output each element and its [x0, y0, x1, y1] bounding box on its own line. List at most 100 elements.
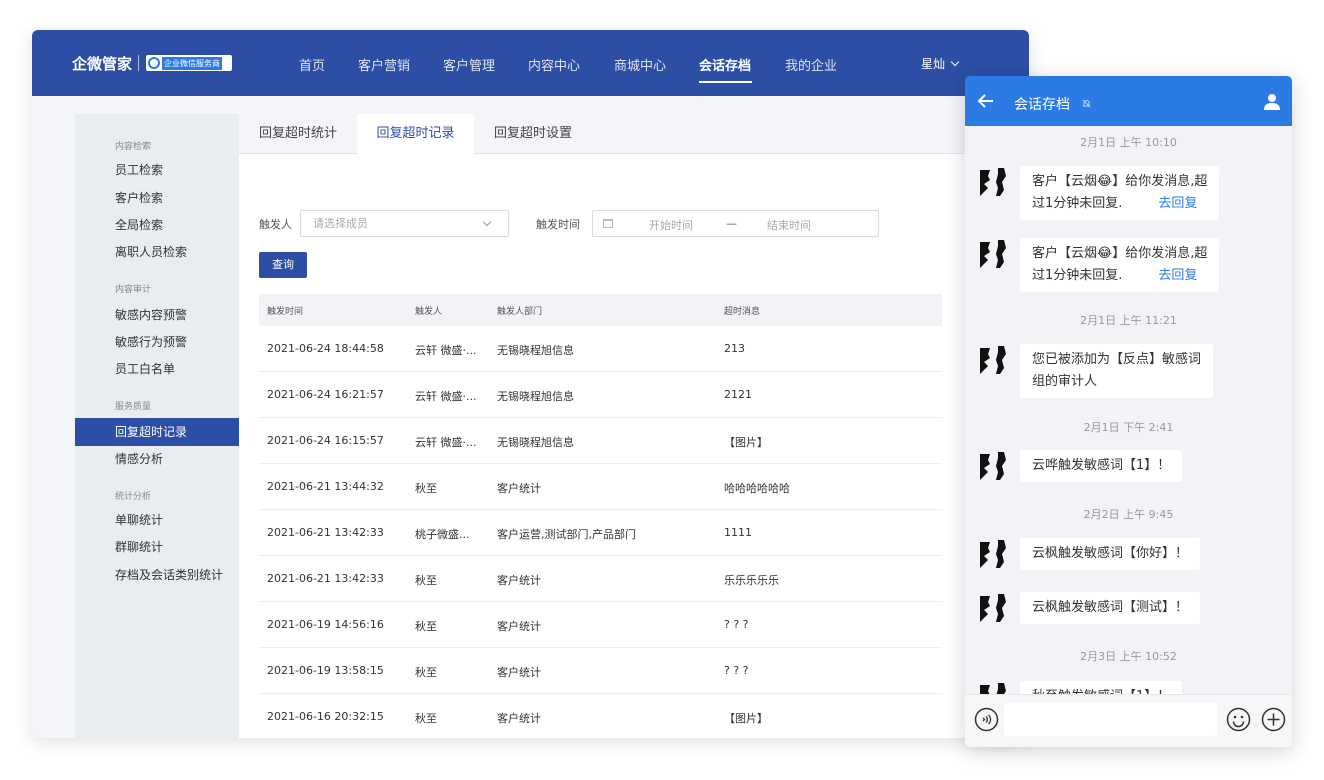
sidebar-item-reply-timeout-records[interactable]: 回复超时记录 — [75, 418, 239, 446]
cell-department: 客户统计 — [497, 482, 541, 495]
chevron-down-icon — [950, 57, 960, 66]
sidebar-group-content-search: 内容检索 — [115, 142, 152, 152]
table-row[interactable]: 2021-06-24 18:44:58 云轩 微盛·... 无锡晓程旭信息 213 — [259, 326, 942, 372]
table-row[interactable]: 2021-06-21 13:42:33 秋至 客户统计 乐乐乐乐乐 — [259, 556, 942, 602]
tab-reply-timeout-stats[interactable]: 回复超时统计 — [239, 114, 357, 154]
column-header-timeout-message: 超时消息 — [724, 307, 761, 317]
sidebar-item-group-chat-stats[interactable]: 群聊统计 — [75, 533, 239, 561]
cell-department: 无锡晓程旭信息 — [497, 344, 574, 357]
sidebar-item-archive-category-stats[interactable]: 存档及会话类别统计 — [75, 561, 239, 589]
cell-department: 客户运营,测试部门,产品部门 — [497, 528, 636, 541]
chat-timestamp: 2月1日 上午 10:10 — [1080, 136, 1177, 149]
table-row[interactable]: 2021-06-21 13:44:32 秋至 客户统计 哈哈哈哈哈哈 — [259, 464, 942, 510]
nav-item-session-archive[interactable]: 会话存档 — [699, 55, 751, 74]
nav-item-my-enterprise[interactable]: 我的企业 — [785, 55, 837, 74]
chat-timestamp: 2月3日 上午 10:52 — [1080, 650, 1177, 663]
start-date-input[interactable]: 开始时间 — [649, 217, 693, 233]
chevron-down-icon — [482, 217, 492, 227]
cell-timeout-message: 2121 — [724, 388, 752, 401]
sidebar-group-content-audit: 内容审计 — [115, 285, 152, 295]
message-line: 秋至触发敏感词【1】！ — [1032, 686, 1170, 694]
message-input[interactable] — [1004, 703, 1217, 736]
cell-trigger-person: 秋至 — [415, 620, 437, 633]
message-line: 组的审计人 — [1032, 374, 1098, 389]
mute-icon — [1082, 99, 1091, 108]
table-row[interactable]: 2021-06-24 16:21:57 云轩 微盛·... 无锡晓程旭信息 2121 — [259, 372, 942, 418]
chat-timestamp: 2月1日 上午 11:21 — [1080, 314, 1177, 327]
sidebar-item-global-search[interactable]: 全局检索 — [75, 211, 239, 239]
avatar — [980, 168, 1006, 196]
cell-trigger-person: 秋至 — [415, 482, 437, 495]
sidebar-item-employee-search[interactable]: 员工检索 — [75, 156, 239, 184]
trigger-person-select[interactable]: 请选择成员 — [300, 210, 509, 237]
reply-link[interactable]: 去回复 — [1158, 268, 1197, 283]
service-provider-badge: 企业微信服务商 — [146, 55, 232, 71]
message-line: 客户【云烟😂】给你发消息,超 — [1032, 174, 1208, 189]
sidebar-item-single-chat-stats[interactable]: 单聊统计 — [75, 506, 239, 534]
tab-reply-timeout-settings[interactable]: 回复超时设置 — [474, 114, 592, 154]
chat-bubble: 云枫触发敏感词【测试】！ — [1020, 592, 1201, 624]
back-arrow-icon[interactable] — [977, 92, 995, 110]
search-icon — [148, 57, 160, 69]
message-line: 云枫触发敏感词【你好】！ — [1032, 546, 1189, 561]
cell-department: 无锡晓程旭信息 — [497, 390, 574, 403]
sidebar-item-departed-search[interactable]: 离职人员检索 — [75, 238, 239, 266]
nav-item-customer-management[interactable]: 客户管理 — [443, 55, 495, 74]
chat-timestamp: 2月2日 上午 9:45 — [1083, 508, 1174, 521]
sidebar-item-sensitive-behavior-alert[interactable]: 敏感行为预警 — [75, 328, 239, 356]
tab-reply-timeout-records[interactable]: 回复超时记录 — [357, 114, 474, 154]
message-line: 云哗触发敏感词【1】！ — [1032, 458, 1171, 473]
table-row[interactable]: 2021-06-16 20:32:15 秋至 客户统计 【图片】 — [259, 694, 942, 738]
cell-trigger-person: 云轩 微盛·... — [415, 344, 477, 357]
nav-item-mall-center[interactable]: 商城中心 — [614, 55, 666, 74]
cell-trigger-time: 2021-06-24 16:21:57 — [267, 388, 384, 401]
badge-text: 企业微信服务商 — [162, 56, 222, 70]
chat-bubble: 您已被添加为【反点】敏感词 组的审计人 — [1020, 344, 1214, 398]
table-row[interactable]: 2021-06-21 13:42:33 桃子微盛... 客户运营,测试部门,产品部门… — [259, 510, 942, 556]
sidebar-item-sensitive-content-alert[interactable]: 敏感内容预警 — [75, 301, 239, 329]
sidebar-item-customer-search[interactable]: 客户检索 — [75, 184, 239, 212]
voice-icon[interactable] — [974, 707, 999, 732]
column-header-department: 触发人部门 — [497, 307, 543, 317]
user-name: 星灿 — [921, 57, 946, 71]
avatar — [980, 594, 1006, 622]
person-icon[interactable] — [1263, 93, 1281, 111]
message-line: 云枫触发敏感词【测试】！ — [1032, 600, 1189, 615]
nav-active-underline — [699, 81, 752, 83]
app-logo-text: 企微管家 — [72, 55, 133, 73]
sidebar-group-statistics: 统计分析 — [115, 492, 152, 502]
message-line: 过1分钟未回复. — [1032, 196, 1123, 211]
cell-trigger-time: 2021-06-19 14:56:16 — [267, 618, 384, 631]
sidebar-item-employee-whitelist[interactable]: 员工白名单 — [75, 355, 239, 383]
cell-trigger-time: 2021-06-24 18:44:58 — [267, 342, 384, 355]
reply-link[interactable]: 去回复 — [1158, 196, 1197, 211]
tab-bar: 回复超时统计 回复超时记录 回复超时设置 — [239, 114, 1029, 154]
cell-timeout-message: 【图片】 — [724, 436, 768, 449]
nav-item-home[interactable]: 首页 — [299, 55, 325, 74]
table-row[interactable]: 2021-06-19 13:58:15 秋至 客户统计 ? ? ? — [259, 648, 942, 694]
top-navbar: 企微管家 企业微信服务商 首页 客户营销 客户管理 内容中心 商城中心 会话存档… — [32, 30, 1029, 96]
end-date-input[interactable]: 结束时间 — [767, 217, 811, 233]
nav-item-content-center[interactable]: 内容中心 — [528, 55, 580, 74]
nav-item-customer-marketing[interactable]: 客户营销 — [358, 55, 410, 74]
chat-bubble: 秋至触发敏感词【1】！ — [1020, 681, 1183, 694]
chat-input-bar — [965, 694, 1292, 747]
cell-trigger-time: 2021-06-21 13:42:33 — [267, 572, 384, 585]
chat-bubble: 云哗触发敏感词【1】！ — [1020, 450, 1183, 482]
date-range-picker[interactable]: 开始时间 — 结束时间 — [592, 210, 879, 237]
table-row[interactable]: 2021-06-24 16:15:57 云轩 微盛·... 无锡晓程旭信息 【图片】 — [259, 418, 942, 464]
avatar — [980, 240, 1006, 268]
cell-trigger-person: 秋至 — [415, 574, 437, 587]
column-header-trigger-time: 触发时间 — [267, 307, 304, 317]
user-menu[interactable]: 星灿 — [921, 55, 960, 72]
emoji-icon[interactable] — [1226, 707, 1251, 732]
table-header: 触发时间 触发人 触发人部门 超时消息 — [259, 294, 942, 326]
message-line: 过1分钟未回复. — [1032, 268, 1123, 283]
cell-trigger-person: 云轩 微盛·... — [415, 390, 477, 403]
table-row[interactable]: 2021-06-19 14:56:16 秋至 客户统计 ? ? ? — [259, 602, 942, 648]
cell-department: 客户统计 — [497, 666, 541, 679]
plus-icon[interactable] — [1261, 707, 1286, 732]
sidebar-item-sentiment-analysis[interactable]: 情感分析 — [75, 445, 239, 473]
query-button[interactable]: 查询 — [259, 252, 307, 278]
cell-trigger-time: 2021-06-21 13:44:32 — [267, 480, 384, 493]
